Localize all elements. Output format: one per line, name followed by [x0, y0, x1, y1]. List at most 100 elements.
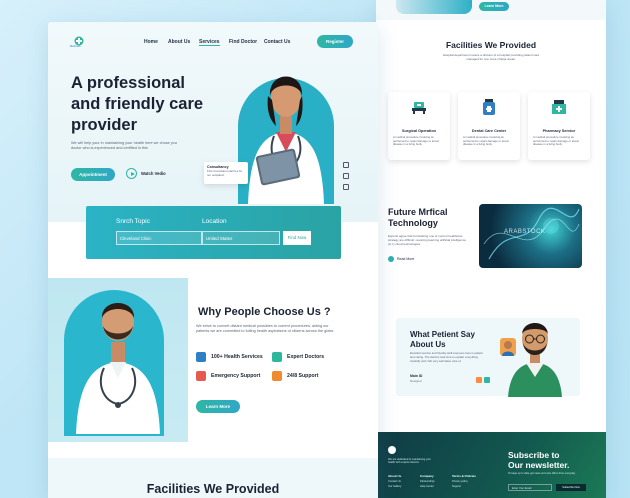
- testimonial-name: Main ID: [410, 374, 423, 378]
- next-arrow-icon[interactable]: [484, 377, 490, 383]
- consultancy-text: First Consultant total free for our outp…: [207, 169, 243, 177]
- pharmacy-icon: [551, 99, 567, 115]
- future-tech-title: Future Mrfical Technology: [388, 207, 448, 229]
- feature-emergency-support: Emergency Support: [196, 371, 260, 381]
- play-icon: [126, 168, 137, 179]
- facilities-title: Facilities We Provided: [445, 40, 537, 50]
- search-location-input[interactable]: United States: [202, 231, 280, 245]
- testimonial-title-line1: What Petient Say: [410, 330, 475, 339]
- footer-link[interactable]: Our Gallery: [388, 485, 401, 488]
- newsletter-subtext: To keep up to date get news and new offe…: [508, 472, 576, 475]
- search-topic-input[interactable]: Cleveland Clinic: [116, 231, 202, 245]
- facility-name: Pharmacy Service: [542, 129, 576, 133]
- feature-support: 24/8 Support: [272, 371, 318, 381]
- facility-card-dental[interactable]: Dental Care Center A medical procedure i…: [458, 92, 520, 160]
- nav-home[interactable]: Home: [144, 39, 158, 45]
- arrow-icon: [388, 256, 394, 262]
- left-facilities-title: Facilities We Provided: [146, 482, 280, 496]
- top-learn-more-button[interactable]: Learn More: [479, 2, 509, 11]
- newsletter-title: Subscribe to Our newsletter.: [508, 450, 569, 470]
- hero-title-line2: and friendly care: [71, 95, 204, 113]
- footer: We are dedicated to maintaining your hea…: [376, 432, 606, 498]
- future-title-line2: Technology: [388, 218, 438, 228]
- why-learn-more-button[interactable]: Learn More: [196, 400, 240, 413]
- nav-contact[interactable]: Contact Us: [264, 39, 290, 45]
- footer-logo-icon: [388, 446, 396, 454]
- prev-arrow-icon[interactable]: [476, 377, 482, 383]
- doctor-icon: [272, 352, 282, 362]
- footer-col-title: About Us: [388, 474, 402, 478]
- testimonial-title-line2: About Us: [410, 339, 446, 349]
- hero-title-line1: A professional: [71, 74, 185, 92]
- search-location-label: Location: [202, 218, 227, 225]
- testimonial-title: What Petient Say About Us: [410, 330, 475, 349]
- future-read-more[interactable]: Read More: [388, 256, 414, 262]
- logo[interactable]: MedCare: [70, 35, 86, 48]
- footer-link[interactable]: Partnerships: [420, 480, 435, 483]
- twitter-icon[interactable]: [343, 173, 349, 179]
- newsletter-title-line2: Our newsletter.: [508, 460, 570, 470]
- read-more-label: Read More: [397, 257, 415, 261]
- grid-icon: [196, 352, 206, 362]
- clock-icon: [272, 371, 282, 381]
- consultancy-card: Consultancy First Consultant total free …: [204, 162, 248, 184]
- feature-expert-doctors: Expert Doctors: [272, 352, 324, 362]
- footer-brand-text: We are dedicated to maintaining your hea…: [388, 458, 431, 465]
- footer-link[interactable]: Support: [452, 485, 461, 488]
- instagram-icon[interactable]: [343, 184, 349, 190]
- hero-doctor-image: [234, 52, 338, 204]
- dental-icon: [482, 99, 496, 115]
- footer-link[interactable]: Privacy policy: [452, 480, 468, 483]
- appointment-button[interactable]: Appointment: [71, 168, 115, 181]
- future-title-line1: Future Mrfical: [388, 207, 448, 217]
- facility-text: A medical procedure involving an perform…: [463, 135, 509, 147]
- feature-label: Expert Doctors: [287, 354, 325, 360]
- small-avatar-card: [500, 338, 516, 356]
- footer-link[interactable]: Contact Us: [388, 480, 401, 483]
- search-panel: Snrch Topic Location Cleveland Clinic Un…: [86, 206, 341, 259]
- facility-card-surgery[interactable]: Surgical Operation A medical procedure i…: [388, 92, 450, 160]
- newsletter-title-line1: Subscribe to: [508, 450, 560, 460]
- ambulance-icon: [196, 371, 206, 381]
- subscribe-button[interactable]: Subscribe Now: [556, 484, 586, 491]
- newsletter-email-input[interactable]: Enter Your Email: [508, 484, 552, 491]
- watch-video-button[interactable]: Watch Vedio: [126, 168, 166, 179]
- feature-label: 100+ Health Services: [211, 354, 263, 360]
- facility-name: Surgical Operation: [402, 129, 436, 133]
- footer-link[interactable]: Help Center: [420, 485, 434, 488]
- nav-about[interactable]: About Us: [168, 39, 190, 45]
- footer-col-title: Terms & Policies: [452, 474, 476, 478]
- nav-services[interactable]: Services: [199, 39, 220, 46]
- feature-label: Emergency Support: [211, 373, 261, 379]
- search-topic-label: Snrch Topic: [116, 218, 150, 225]
- facility-name: Dental Care Center: [471, 129, 507, 133]
- hero-title: A professional and friendly care provide…: [71, 73, 203, 136]
- register-button[interactable]: Register: [317, 35, 353, 48]
- facility-text: A medical procedure involving an perform…: [533, 135, 579, 147]
- future-tech-image: ARABSTOCK: [479, 204, 582, 268]
- feature-label: 24/8 Support: [287, 373, 319, 379]
- top-strip-image: [396, 0, 472, 14]
- facility-card-pharmacy[interactable]: Pharmacy Service A medical procedure inv…: [528, 92, 590, 160]
- right-page-card: Learn More Facilities We Provided Hospit…: [376, 0, 606, 498]
- surgery-icon: [411, 100, 427, 114]
- testimonial-text: Excellent service and friendly staff eve…: [410, 351, 483, 363]
- logo-text: MedCare: [70, 45, 81, 48]
- facebook-icon[interactable]: [343, 162, 349, 168]
- footer-col-title: Company: [420, 474, 434, 478]
- nav-find-doctor[interactable]: Find Doctor: [229, 39, 257, 45]
- testimonial-role: Designer: [410, 379, 423, 383]
- find-now-button[interactable]: Find Now: [283, 231, 311, 245]
- why-doctor-image: [66, 284, 170, 434]
- feature-health-services: 100+ Health Services: [196, 352, 263, 362]
- hero-title-line3: provider: [71, 116, 138, 134]
- testimonial-pager[interactable]: [476, 377, 490, 383]
- why-title: Why People Choose Us ?: [198, 306, 331, 318]
- watch-video-label: Watch Vedio: [141, 171, 166, 176]
- future-tech-text: Experts agree that formulating one of cu…: [388, 234, 466, 246]
- facility-text: A medical procedure involving an perform…: [393, 135, 439, 147]
- why-text: We strive to convert distant medical pos…: [196, 324, 335, 333]
- social-icons: [343, 162, 349, 190]
- facilities-subtitle: Hospital department means a division of …: [442, 53, 540, 61]
- image-watermark: ARABSTOCK: [504, 229, 546, 235]
